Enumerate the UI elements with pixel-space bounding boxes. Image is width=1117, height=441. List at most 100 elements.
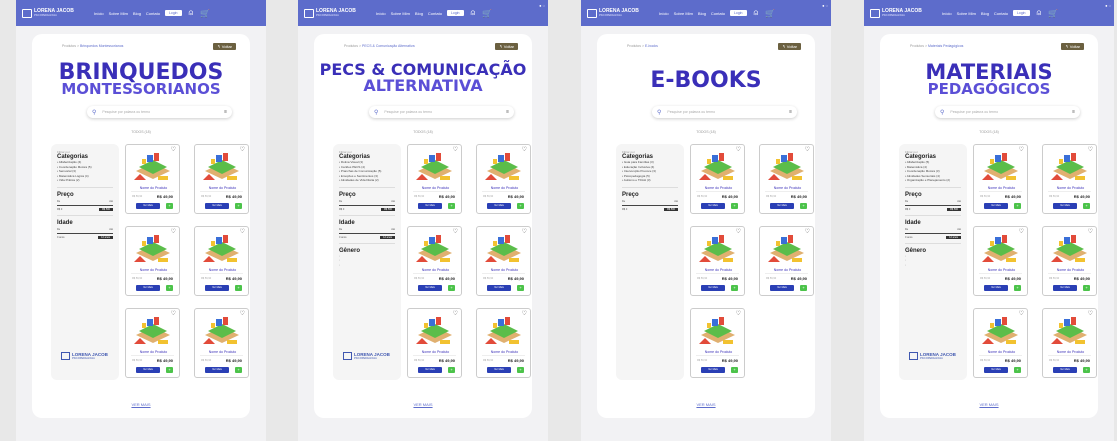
product-name[interactable]: Nome do Produto xyxy=(126,350,181,354)
product-name[interactable]: Nome do Produto xyxy=(408,350,463,354)
product-name[interactable]: Nome do Produto xyxy=(1043,186,1098,190)
view-button[interactable]: Ver Mais xyxy=(136,285,160,291)
share-icon[interactable]: ● ◌ xyxy=(539,3,545,8)
menu-item[interactable]: Sobre Mim xyxy=(109,11,128,16)
view-button[interactable]: Ver Mais xyxy=(205,367,229,373)
heart-icon[interactable]: ♡ xyxy=(1088,310,1093,317)
product-image[interactable] xyxy=(412,313,458,347)
heart-icon[interactable]: ♡ xyxy=(240,310,245,317)
product-card[interactable]: ♡ Nome do Produto R$ 59,90 R$ 49,90 Ver Mais… xyxy=(125,144,180,214)
see-more-link[interactable]: VER MAIS xyxy=(314,402,532,407)
product-name[interactable]: Nome do Produto xyxy=(974,268,1029,272)
product-card[interactable]: ♡ Nome do Produto R$ 59,90 R$ 49,90 Ver Mais… xyxy=(759,144,814,214)
view-button[interactable]: Ver Mais xyxy=(136,203,160,209)
product-name[interactable]: Nome do Produto xyxy=(477,186,532,190)
search-input[interactable]: Pesquise por palavra ou termo xyxy=(667,110,789,114)
product-name[interactable]: Nome do Produto xyxy=(195,350,250,354)
user-icon[interactable]: ⍝ xyxy=(1037,8,1042,18)
view-button[interactable]: Ver Mais xyxy=(418,203,442,209)
heart-icon[interactable]: ♡ xyxy=(171,310,176,317)
menu-item[interactable]: Blog xyxy=(981,11,989,16)
menu-item[interactable]: Sobre Mim xyxy=(674,11,693,16)
see-more-link[interactable]: VER MAIS xyxy=(32,402,250,407)
range-slider[interactable] xyxy=(339,204,395,206)
add-to-cart-button[interactable]: + xyxy=(1014,285,1021,291)
logo[interactable]: LORENA JACOB PSICOPEDAGOGIA xyxy=(304,8,366,18)
heart-icon[interactable]: ♡ xyxy=(522,228,527,235)
menu-item[interactable]: Sobre Mim xyxy=(957,11,976,16)
login-button[interactable]: Login xyxy=(729,10,747,16)
add-to-cart-button[interactable]: + xyxy=(235,285,242,291)
product-name[interactable]: Nome do Produto xyxy=(408,186,463,190)
product-card[interactable]: ♡ Nome do Produto R$ 59,90 R$ 49,90 Ver Mais… xyxy=(407,308,462,378)
product-card[interactable]: ♡ Nome do Produto R$ 59,90 R$ 49,90 Ver Mais… xyxy=(690,226,745,296)
product-name[interactable]: Nome do Produto xyxy=(1043,268,1098,272)
menu-item[interactable]: Início xyxy=(376,11,386,16)
product-image[interactable] xyxy=(130,149,176,183)
gender-option[interactable]: ◦ xyxy=(905,263,961,268)
heart-icon[interactable]: ♡ xyxy=(736,146,741,153)
product-name[interactable]: Nome do Produto xyxy=(1043,350,1098,354)
product-image[interactable] xyxy=(1047,313,1093,347)
view-button[interactable]: Ver Mais xyxy=(770,285,794,291)
heart-icon[interactable]: ♡ xyxy=(1019,146,1024,153)
product-card[interactable]: ♡ Nome do Produto R$ 59,90 R$ 49,90 Ver Mais… xyxy=(690,308,745,378)
product-name[interactable]: Nome do Produto xyxy=(691,268,746,272)
menu-item[interactable]: Início xyxy=(659,11,669,16)
login-button[interactable]: Login xyxy=(1012,10,1030,16)
heart-icon[interactable]: ♡ xyxy=(736,228,741,235)
product-image[interactable] xyxy=(978,149,1024,183)
add-to-cart-button[interactable]: + xyxy=(448,367,455,373)
add-to-cart-button[interactable]: + xyxy=(1083,367,1090,373)
view-button[interactable]: Ver Mais xyxy=(1053,367,1077,373)
view-button[interactable]: Ver Mais xyxy=(418,367,442,373)
add-to-cart-button[interactable]: + xyxy=(800,203,807,209)
view-button[interactable]: Ver Mais xyxy=(418,285,442,291)
category-item[interactable]: • Vida Prática (2) xyxy=(57,178,113,183)
product-name[interactable]: Nome do Produto xyxy=(126,268,181,272)
product-image[interactable] xyxy=(695,149,741,183)
add-to-cart-button[interactable]: + xyxy=(166,285,173,291)
add-to-cart-button[interactable]: + xyxy=(1014,203,1021,209)
logo[interactable]: LORENA JACOB PSICOPEDAGOGIA xyxy=(870,8,932,18)
filter-icon[interactable]: ≡ xyxy=(506,109,509,115)
logo[interactable]: LORENA JACOB PSICOPEDAGOGIA xyxy=(587,8,649,18)
share-icon[interactable]: ● ◌ xyxy=(1105,3,1111,8)
view-button[interactable]: Ver Mais xyxy=(487,285,511,291)
product-card[interactable]: ♡ Nome do Produto R$ 59,90 R$ 49,90 Ver Mais… xyxy=(194,144,249,214)
search-input[interactable]: Pesquise por palavra ou termo xyxy=(950,110,1072,114)
product-image[interactable] xyxy=(481,313,527,347)
range-slider[interactable] xyxy=(57,232,113,234)
add-to-cart-button[interactable]: + xyxy=(517,203,524,209)
view-button[interactable]: Ver Mais xyxy=(1053,285,1077,291)
product-image[interactable] xyxy=(695,231,741,265)
user-icon[interactable]: ⍝ xyxy=(189,8,194,18)
add-to-cart-button[interactable]: + xyxy=(1014,367,1021,373)
product-card[interactable]: ♡ Nome do Produto R$ 59,90 R$ 49,90 Ver Mais… xyxy=(125,308,180,378)
view-button[interactable]: Ver Mais xyxy=(984,285,1008,291)
menu-item[interactable]: Contato xyxy=(711,11,725,16)
product-name[interactable]: Nome do Produto xyxy=(408,268,463,272)
login-button[interactable]: Login xyxy=(164,10,182,16)
heart-icon[interactable]: ♡ xyxy=(240,228,245,235)
search-bar[interactable]: ⚲ Pesquise por palavra ou termo ≡ xyxy=(935,106,1080,118)
product-name[interactable]: Nome do Produto xyxy=(974,350,1029,354)
cart-icon[interactable]: 🛒 xyxy=(482,9,492,18)
user-icon[interactable]: ⍝ xyxy=(471,8,476,18)
view-button[interactable]: Ver Mais xyxy=(205,285,229,291)
category-item[interactable]: • Autismo e TDAH (3) xyxy=(622,178,678,183)
view-button[interactable]: Ver Mais xyxy=(1053,203,1077,209)
range-slider[interactable] xyxy=(905,232,961,234)
product-card[interactable]: ♡ Nome do Produto R$ 59,90 R$ 49,90 Ver Mais… xyxy=(690,144,745,214)
product-card[interactable]: ♡ Nome do Produto R$ 59,90 R$ 49,90 Ver Mais… xyxy=(973,226,1028,296)
heart-icon[interactable]: ♡ xyxy=(171,146,176,153)
range-slider[interactable] xyxy=(905,204,961,206)
product-card[interactable]: ♡ Nome do Produto R$ 59,90 R$ 49,90 Ver Mais… xyxy=(407,144,462,214)
view-button[interactable]: Ver Mais xyxy=(701,203,725,209)
add-to-cart-button[interactable]: + xyxy=(448,285,455,291)
heart-icon[interactable]: ♡ xyxy=(522,310,527,317)
range-slider[interactable] xyxy=(622,204,678,206)
range-slider[interactable] xyxy=(57,204,113,206)
category-item[interactable]: • Organização e Planejamento (2) xyxy=(905,178,961,183)
product-name[interactable]: Nome do Produto xyxy=(477,268,532,272)
